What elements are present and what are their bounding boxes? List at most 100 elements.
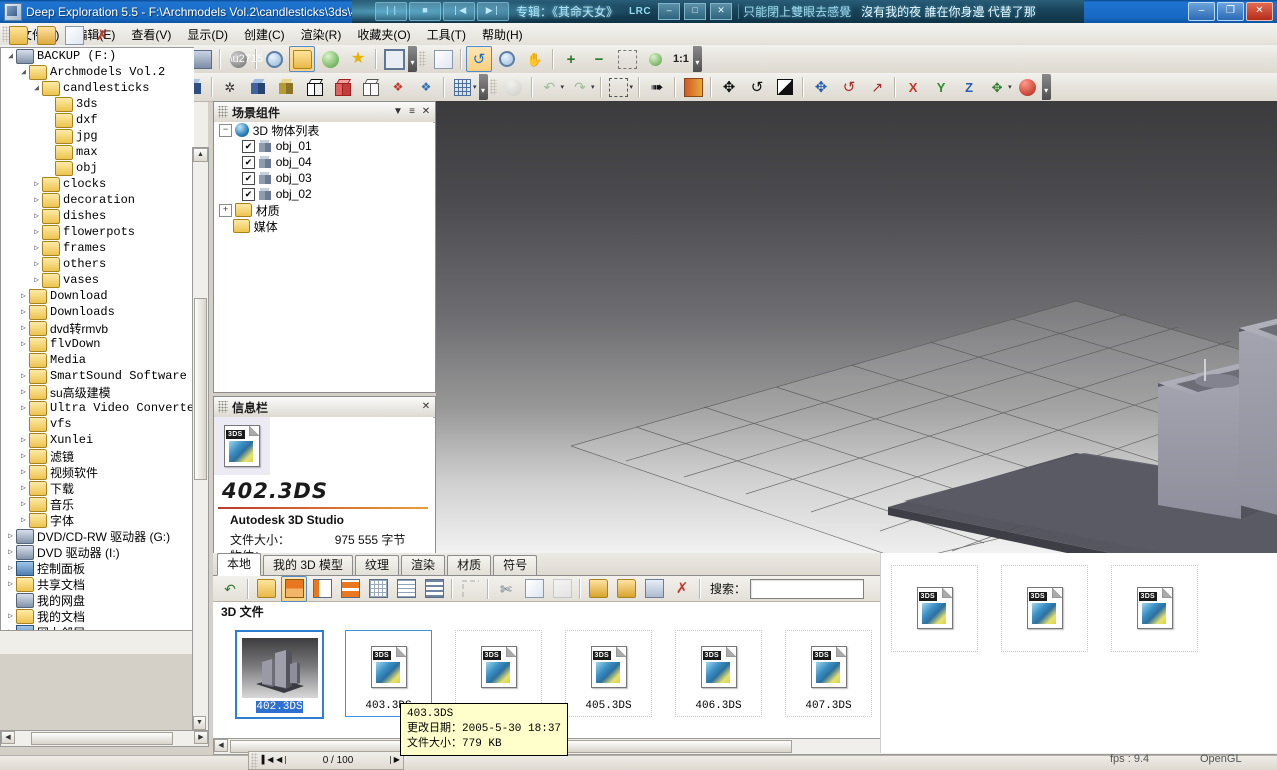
axis-y-button[interactable]: Y: [928, 74, 954, 100]
folder-tree-item[interactable]: ▷ others: [1, 256, 194, 272]
object-visibility-checkbox[interactable]: ✔: [242, 171, 255, 185]
expander-icon[interactable]: ▷: [18, 467, 29, 478]
expander-icon[interactable]: ▷: [18, 387, 29, 398]
browser-tab[interactable]: 本地: [217, 553, 262, 576]
folder-tree-item[interactable]: ▷ Downloads: [1, 304, 194, 320]
expander-icon[interactable]: ▷: [5, 531, 16, 542]
menu-help[interactable]: 帮助(H): [474, 24, 531, 45]
scale-icon[interactable]: [772, 74, 798, 100]
link-icon[interactable]: [317, 46, 343, 72]
folder-tree-item[interactable]: ▷ decoration: [1, 192, 194, 208]
maximize-button[interactable]: ❐: [1217, 2, 1244, 21]
folder-tree-item[interactable]: ▷ SmartSound Software: [1, 368, 194, 384]
expander-icon[interactable]: ▷: [18, 339, 29, 350]
toolbar-overflow-1[interactable]: ▾: [408, 46, 417, 72]
player-stop-button[interactable]: ■: [409, 2, 441, 21]
scroll-down-arrow[interactable]: ▼: [193, 716, 206, 730]
player-restore-button[interactable]: □: [684, 3, 707, 20]
marquee-select-icon[interactable]: [606, 74, 632, 100]
folder-tree-item[interactable]: ▷ flowerpots: [1, 224, 194, 240]
expand-icon[interactable]: +: [219, 203, 232, 217]
pan-tool-icon[interactable]: ✋: [522, 46, 548, 72]
app-titlebar[interactable]: Deep Exploration 5.5 - F:\Archmodels Vol…: [0, 0, 352, 23]
search-icon[interactable]: [261, 46, 287, 72]
display-skeleton-icon[interactable]: ✲: [217, 74, 243, 100]
folder-tree-item[interactable]: ▷ DVD/CD-RW 驱动器 (G:): [1, 528, 194, 544]
menu-tools[interactable]: 工具(T): [419, 24, 474, 45]
expander-icon[interactable]: ▷: [31, 227, 42, 238]
view-list-icon[interactable]: [309, 576, 335, 602]
display-bounding-box-icon[interactable]: [245, 74, 271, 100]
axis-z-button[interactable]: Z: [956, 74, 982, 100]
select-all-icon[interactable]: [457, 576, 483, 602]
menu-favorites[interactable]: 收藏夹(O): [349, 24, 418, 45]
scene-tree-root[interactable]: − 3D 物体列表: [214, 122, 433, 138]
refresh-icon[interactable]: ↺: [466, 46, 492, 72]
folder-tree-item[interactable]: ▷ 共享文档: [1, 576, 194, 592]
player-minimize-button[interactable]: –: [658, 3, 681, 20]
minimize-button[interactable]: –: [1188, 2, 1215, 21]
folder-tree-item[interactable]: ▷ 视频软件: [1, 464, 194, 480]
object-visibility-checkbox[interactable]: ✔: [242, 139, 255, 153]
file-item[interactable]: 3DS 406.3DS: [675, 630, 762, 717]
folder-tree-item[interactable]: Media: [1, 352, 194, 368]
scroll-left-arrow[interactable]: ◀: [1, 731, 15, 744]
folder-tree-item[interactable]: ▷ vases: [1, 272, 194, 288]
browser-tab[interactable]: 材质: [447, 555, 492, 575]
expander-icon[interactable]: ▷: [5, 611, 16, 622]
folder-tree-item[interactable]: ▷ clocks: [1, 176, 194, 192]
expander-icon[interactable]: ▷: [18, 323, 29, 334]
folder-tree-item[interactable]: ◢ Archmodels Vol.2: [1, 64, 194, 80]
info-panel-close-icon[interactable]: ✕: [419, 400, 433, 414]
import-icon[interactable]: [585, 576, 611, 602]
display-wireframe-icon[interactable]: [301, 74, 327, 100]
browse-folder-icon[interactable]: [289, 46, 315, 72]
zoom-fit-icon[interactable]: [642, 46, 668, 72]
expander-icon[interactable]: ▷: [31, 179, 42, 190]
scroll-right-arrow[interactable]: ▶: [194, 731, 208, 744]
stop-icon[interactable]: \u2715: [225, 46, 263, 72]
file-item[interactable]: 402.3DS: [235, 630, 324, 719]
collapse-icon[interactable]: −: [219, 123, 232, 137]
folder-tree-hscrollbar[interactable]: ◀ ▶: [0, 730, 209, 747]
expander-icon[interactable]: ▷: [5, 563, 16, 574]
view-icons-icon[interactable]: [421, 576, 447, 602]
3d-viewport[interactable]: [436, 101, 1277, 553]
display-points-icon[interactable]: ❖: [385, 74, 411, 100]
folder-tree-item[interactable]: max: [1, 144, 194, 160]
scene-panel-menu-icon[interactable]: ≡: [405, 105, 419, 119]
move-icon[interactable]: ✥: [716, 74, 742, 100]
fullscreen-icon[interactable]: [381, 46, 407, 72]
player-pause-button[interactable]: ❘❘: [375, 2, 407, 21]
menu-display[interactable]: 显示(D): [179, 24, 236, 45]
redo-icon[interactable]: ↷: [567, 74, 593, 100]
file-item[interactable]: 3DS: [1001, 565, 1088, 652]
browser-tab[interactable]: 渲染: [401, 555, 446, 575]
expander-icon[interactable]: ▷: [18, 371, 29, 382]
zoom-out-icon[interactable]: −: [586, 46, 612, 72]
folder-tree-item[interactable]: ▷ 我的文档: [1, 608, 194, 624]
folder-tree-item[interactable]: ▷ 网上邻居: [1, 624, 194, 630]
light-icon[interactable]: [501, 74, 527, 100]
view-tiles-icon[interactable]: [337, 576, 363, 602]
display-points-color-icon[interactable]: ❖: [413, 74, 439, 100]
display-wire-outline-icon[interactable]: [357, 74, 383, 100]
expander-icon[interactable]: ▷: [5, 579, 16, 590]
info-panel-grip[interactable]: [218, 401, 228, 413]
folder-tree-vscrollbar[interactable]: ▲ ▼: [192, 147, 209, 731]
folder-tree-item[interactable]: ▷ su高级建模: [1, 384, 194, 400]
folder-tree-item[interactable]: ▷ 音乐: [1, 496, 194, 512]
file-item[interactable]: 3DS: [1111, 565, 1198, 652]
browse-icon[interactable]: [33, 22, 59, 48]
folder-tree-item[interactable]: 我的网盘: [1, 592, 194, 608]
folder-tree-item[interactable]: ▷ Xunlei: [1, 432, 194, 448]
rotate-icon[interactable]: ↺: [744, 74, 770, 100]
expander-icon[interactable]: ▷: [31, 211, 42, 222]
pivot-move-icon[interactable]: ✥: [808, 74, 834, 100]
folder-tree-item[interactable]: 3ds: [1, 96, 194, 112]
cut-icon[interactable]: ✄: [493, 576, 519, 602]
display-texture-icon[interactable]: [273, 74, 299, 100]
expander-icon[interactable]: ▷: [31, 259, 42, 270]
browser-tab[interactable]: 我的 3D 模型: [263, 555, 354, 575]
scroll-up-arrow[interactable]: ▲: [193, 148, 208, 162]
